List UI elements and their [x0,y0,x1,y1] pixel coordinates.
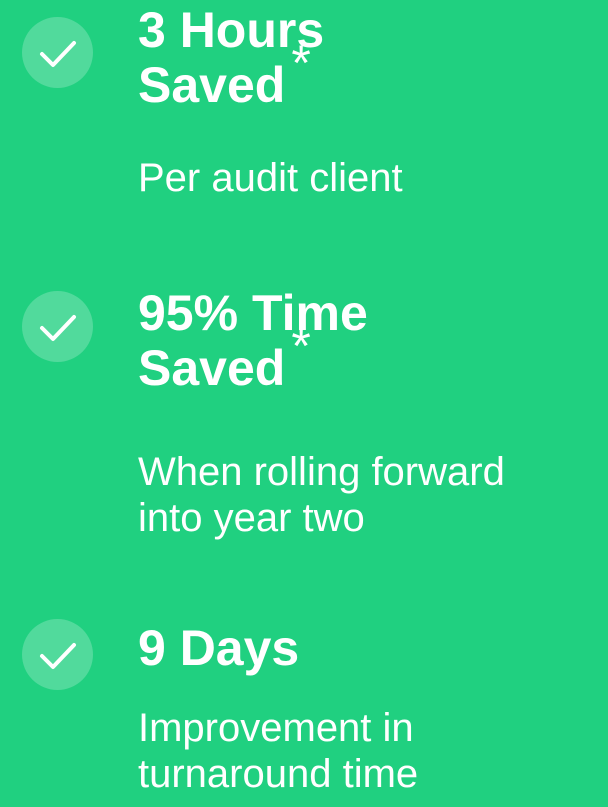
check-icon [22,291,93,362]
stat-headline: 95% Time Saved * [138,286,368,396]
stat-subtext-line-1: When rolling forward [138,450,505,494]
stat-headline-word: Saved [138,340,286,396]
stat-headline-word: Saved [138,57,286,113]
check-icon [22,619,93,690]
stat-subtext: When rolling forward into year two [138,449,505,541]
stat-headline-line-2: Saved * [138,319,368,396]
stat-headline-line-1: 95% Time [138,285,368,341]
footnote-asterisk: * [291,318,311,374]
stat-headline: 9 Days [138,621,299,676]
stat-headline-line-2: Saved * [138,36,324,113]
check-icon [22,17,93,88]
stat-subtext-line-1: Improvement in [138,706,414,750]
stat-subtext: Per audit client [138,155,403,201]
stat-headline-line-1: 9 Days [138,620,300,676]
stat-headline: 3 Hours Saved * [138,3,324,113]
footnote-asterisk: * [291,35,311,91]
benefits-panel: 3 Hours Saved * Per audit client 95% Time… [0,0,608,807]
stat-subtext-line-1: Per audit client [138,156,403,200]
stat-subtext-line-2: turnaround time [138,752,419,796]
stat-subtext-line-2: into year two [138,496,365,540]
stat-subtext: Improvement in turnaround time [138,705,418,797]
